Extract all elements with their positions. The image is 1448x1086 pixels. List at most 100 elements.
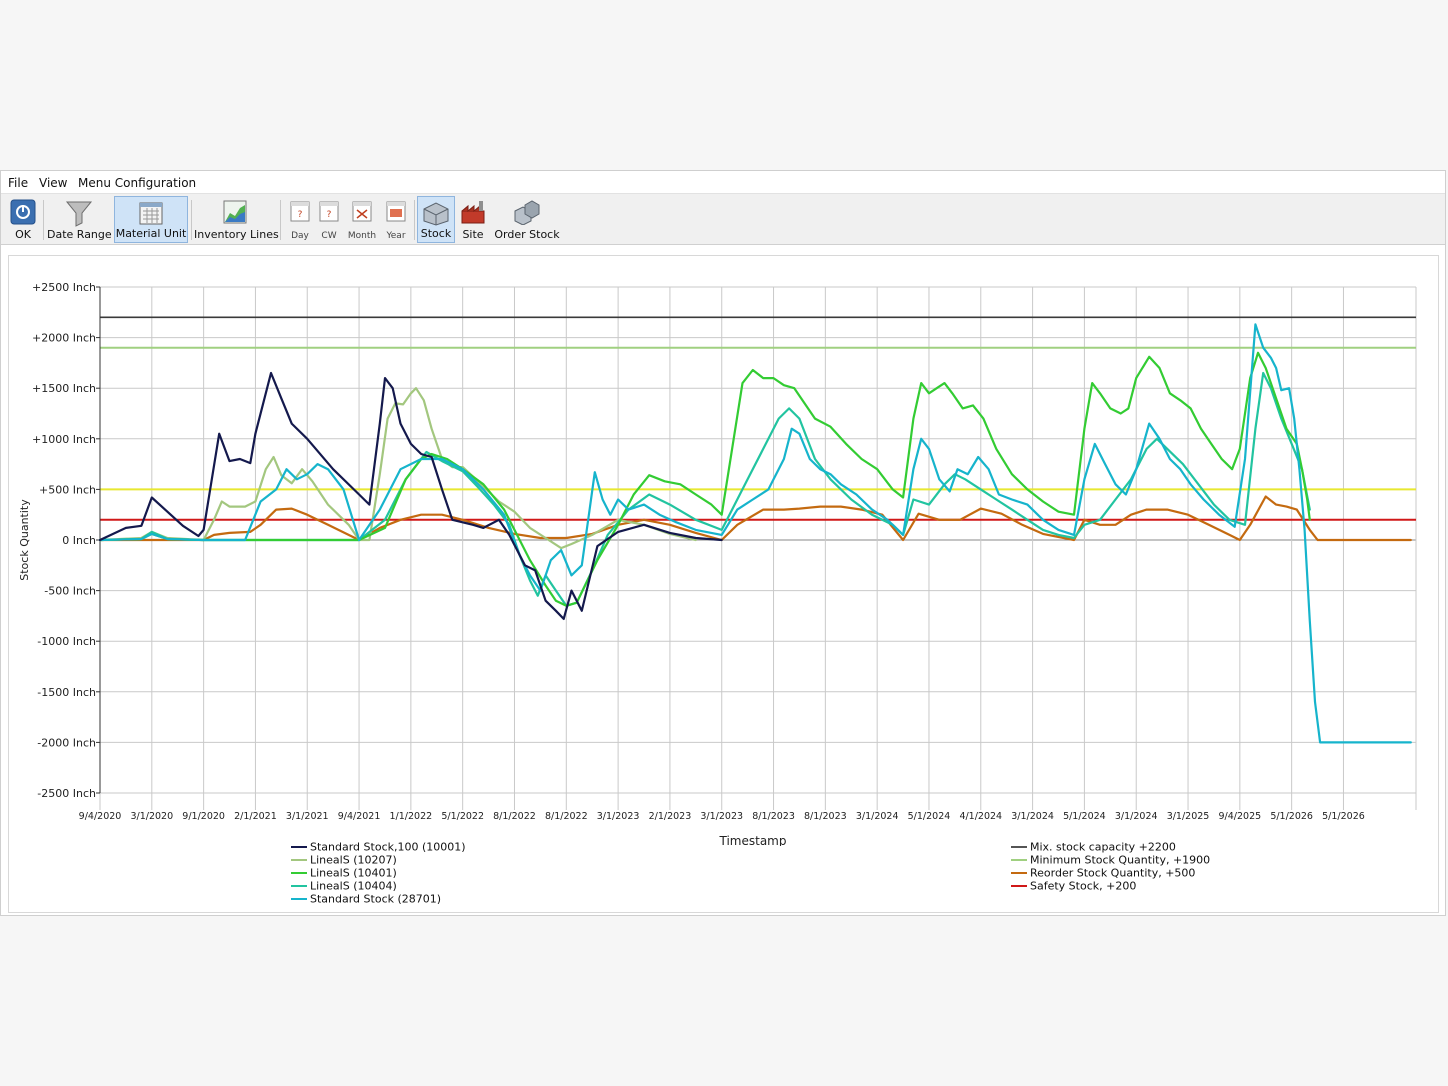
menu-view[interactable]: View [39,176,67,190]
chart-series [98,323,1412,744]
x-tick-label: 5/1/2026 [1322,811,1365,822]
x-tick-label: 3/1/2025 [1167,811,1210,822]
y-tick-label: -1500 Inch [37,686,96,699]
toolbar-separator [43,200,44,240]
ok-button[interactable]: OK [5,196,41,243]
legend-swatch [1011,872,1027,874]
chart-panel: +2500 Inch +2000 Inch +1500 Inch +1000 Inch… [8,255,1439,913]
x-tick-label: 2/1/2023 [649,811,692,822]
legend-item: LinealS (10207) [291,853,466,867]
toolbar-separator [414,200,415,240]
stacked-boxes-icon [514,200,540,225]
calendar-week-icon: ? [319,201,339,222]
legend-item: LinealS (10401) [291,866,466,880]
legend-item: Mix. stock capacity +2200 [1011,840,1210,854]
legend-swatch [291,885,307,887]
calendar-month-icon [352,201,372,222]
legend-left: Standard Stock,100 (10001) LinealS (10207… [291,840,466,906]
x-axis-label: Timestamp [719,834,787,846]
year-button[interactable]: Year [381,196,411,243]
legend-item: Reorder Stock Quantity, +500 [1011,866,1210,880]
legend-label: LinealS (10404) [310,879,397,893]
menu-bar: File View Menu Configuration [1,171,1445,193]
x-tick-label: 3/1/2023 [700,811,743,822]
chart-labels: +2500 Inch +2000 Inch +1500 Inch +1000 Inch… [18,281,1365,846]
legend-label: Reorder Stock Quantity, +500 [1030,866,1196,880]
legend-label: Minimum Stock Quantity, +1900 [1030,853,1211,867]
y-tick-label: +500 Inch [39,483,96,496]
series-line [98,495,1412,542]
stock-button[interactable]: Stock [417,196,455,243]
x-tick-label: 3/1/2024 [1011,811,1054,822]
x-tick-label: 3/1/2024 [1115,811,1158,822]
x-tick-label: 4/1/2024 [959,811,1002,822]
x-tick-label: 8/1/2023 [804,811,847,822]
x-tick-label: 8/1/2022 [493,811,536,822]
x-tick-label: 3/1/2020 [130,811,173,822]
day-button[interactable]: ? Day [286,196,314,243]
legend-swatch [1011,885,1027,887]
site-button[interactable]: Site [457,196,489,243]
x-tick-label: 1/1/2022 [390,811,433,822]
menu-file[interactable]: File [8,176,28,190]
y-tick-label: +2500 Inch [32,281,96,294]
y-axis-label: Stock Quantity [18,499,31,581]
legend-label: LinealS (10401) [310,866,397,880]
reference-lines [100,316,1416,521]
chart-grid [99,286,1417,810]
legend-label: Safety Stock, +200 [1030,879,1137,893]
stock-chart: +2500 Inch +2000 Inch +1500 Inch +1000 Inch… [18,281,1417,846]
x-tick-label: 2/1/2021 [234,811,277,822]
funnel-icon [65,201,93,227]
calendar-year-icon [386,201,406,222]
legend-label: LinealS (10207) [310,853,397,867]
legend-label: Standard Stock,100 (10001) [310,840,466,854]
date-range-button[interactable]: Date Range [47,196,112,243]
warehouse-box-icon [423,202,449,226]
x-tick-label: 3/1/2023 [597,811,640,822]
x-tick-label: 9/4/2020 [79,811,122,822]
calendar-day-icon: ? [290,201,310,222]
x-tick-label: 8/1/2022 [545,811,588,822]
legend-item: Standard Stock (28701) [291,892,466,906]
legend-swatch [291,859,307,861]
y-tick-label: 0 Inch [62,534,96,547]
x-tick-label: 3/1/2021 [286,811,329,822]
legend-swatch [291,872,307,874]
y-tick-label: +1000 Inch [32,433,96,446]
calendar-grid-icon [139,202,163,225]
svg-text:?: ? [298,210,303,220]
inventory-lines-button[interactable]: Inventory Lines [194,196,279,243]
y-tick-label: +2000 Inch [32,332,96,345]
menu-configuration[interactable]: Menu Configuration [78,176,196,190]
month-button[interactable]: Month [345,196,379,243]
app-window: File View Menu Configuration OK Date Ran… [0,170,1446,916]
x-tick-label: 5/1/2026 [1270,811,1313,822]
y-tick-label: +1500 Inch [32,382,96,395]
x-tick-label: 5/1/2024 [908,811,951,822]
material-unit-button[interactable]: Material Unit [114,196,188,243]
power-icon [10,199,36,225]
legend-item: Minimum Stock Quantity, +1900 [1011,853,1211,867]
toolbar-separator [191,200,192,240]
cw-button[interactable]: ? CW [315,196,343,243]
legend-item: Standard Stock,100 (10001) [291,840,466,854]
order-stock-button[interactable]: Order Stock [493,196,561,243]
y-tick-label: -2000 Inch [37,736,96,749]
x-tick-label: 5/1/2024 [1063,811,1106,822]
x-tick-label: 3/1/2024 [856,811,899,822]
legend-swatch [291,898,307,900]
legend-right: Mix. stock capacity +2200 Minimum Stock Q… [1011,840,1211,893]
x-tick-label: 9/1/2020 [182,811,225,822]
x-tick-label: 5/1/2022 [441,811,484,822]
x-tick-label: 9/4/2021 [338,811,381,822]
area-chart-icon [223,200,247,224]
x-tick-label: 9/4/2025 [1219,811,1262,822]
toolbar-separator [280,200,281,240]
x-tick-label: 8/1/2023 [752,811,795,822]
legend-item: Safety Stock, +200 [1011,879,1210,893]
y-tick-label: -2500 Inch [37,787,96,800]
legend-item: LinealS (10404) [291,879,466,893]
factory-icon [461,201,485,224]
legend-label: Standard Stock (28701) [310,892,442,906]
